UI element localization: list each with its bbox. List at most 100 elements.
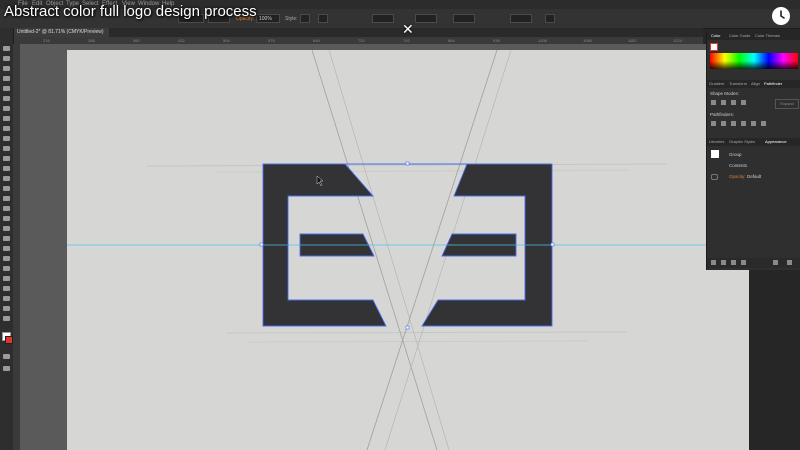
trim-icon[interactable] xyxy=(721,121,726,126)
symbol-sprayer-tool-icon[interactable] xyxy=(3,266,10,271)
type-tool-icon[interactable] xyxy=(3,106,10,111)
anchor-point-handle[interactable] xyxy=(405,161,410,166)
tab-transform[interactable]: Transform xyxy=(729,81,747,86)
duplicate-item-icon[interactable] xyxy=(773,260,778,265)
merge-icon[interactable] xyxy=(731,121,736,126)
column-graph-tool-icon[interactable] xyxy=(3,276,10,281)
tab-color-themes[interactable]: Color Themes xyxy=(755,33,780,38)
watch-later-icon[interactable] xyxy=(772,7,790,25)
blend-tool-icon[interactable] xyxy=(3,256,10,261)
opacity-field[interactable]: 100% xyxy=(256,14,280,23)
tools-panel xyxy=(0,28,14,450)
ruler-tick-label: 576 xyxy=(268,38,275,43)
unite-icon[interactable] xyxy=(711,100,716,105)
ruler-tick-label: 720 xyxy=(358,38,365,43)
tab-pathfinder[interactable]: Pathfinder xyxy=(764,81,782,86)
style-label: Style: xyxy=(285,16,298,22)
hand-tool-icon[interactable] xyxy=(3,306,10,311)
direct-selection-tool-icon[interactable] xyxy=(3,56,10,61)
add-fill-icon[interactable] xyxy=(721,260,726,265)
sketch-line xyxy=(246,340,588,343)
ruler-tick-label: 1008 xyxy=(538,38,547,43)
add-effect-icon[interactable] xyxy=(731,260,736,265)
curvature-tool-icon[interactable] xyxy=(3,96,10,101)
transform-button[interactable] xyxy=(545,14,555,23)
appearance-panel-tabs: Libraries Graphic Styles Appearance xyxy=(707,138,800,146)
rotate-tool-icon[interactable] xyxy=(3,166,10,171)
ruler-tick-label: 216 xyxy=(43,38,50,43)
ruler-tick-label: 288 xyxy=(88,38,95,43)
lasso-tool-icon[interactable] xyxy=(3,76,10,81)
add-stroke-icon[interactable] xyxy=(711,260,716,265)
width-field[interactable] xyxy=(453,14,475,23)
ruler-tick-label: 360 xyxy=(133,38,140,43)
crop-icon[interactable] xyxy=(741,121,746,126)
tab-align[interactable]: Align xyxy=(751,81,760,86)
selection-tool-icon[interactable] xyxy=(3,46,10,51)
ruler-tick-label: 1080 xyxy=(583,38,592,43)
sketch-line xyxy=(226,331,628,334)
magic-wand-tool-icon[interactable] xyxy=(3,66,10,71)
minus-back-icon[interactable] xyxy=(761,121,766,126)
intersect-icon[interactable] xyxy=(731,100,736,105)
align-button[interactable] xyxy=(318,14,328,23)
trash-icon[interactable] xyxy=(787,260,792,265)
pen-tool-icon[interactable] xyxy=(3,86,10,91)
scale-tool-icon[interactable] xyxy=(3,176,10,181)
video-title: Abstract color full logo design process xyxy=(4,3,257,20)
close-icon[interactable]: ✕ xyxy=(402,21,414,38)
ruler-tick-label: 1224 xyxy=(673,38,682,43)
appearance-footer xyxy=(707,258,800,268)
style-swatch[interactable] xyxy=(300,14,310,23)
tab-color[interactable]: Color xyxy=(711,33,721,38)
logo-artwork[interactable] xyxy=(67,50,749,450)
outline-icon[interactable] xyxy=(751,121,756,126)
y-field[interactable] xyxy=(415,14,437,23)
anchor-point-handle[interactable] xyxy=(550,242,555,247)
exclude-icon[interactable] xyxy=(741,100,746,105)
shape-builder-tool-icon[interactable] xyxy=(3,206,10,211)
free-transform-tool-icon[interactable] xyxy=(3,196,10,201)
screen-mode-icon[interactable] xyxy=(3,366,10,371)
pathfinder-panel-tabs: Gradient Transform Align Pathfinder xyxy=(707,80,800,88)
artboard-tool-icon[interactable] xyxy=(3,286,10,291)
appearance-thumbnail xyxy=(711,150,719,158)
width-tool-icon[interactable] xyxy=(3,186,10,191)
eyedropper-tool-icon[interactable] xyxy=(3,246,10,251)
zoom-tool-icon[interactable] xyxy=(3,316,10,321)
anchor-point-handle[interactable] xyxy=(259,242,264,247)
fill-stroke-indicator[interactable] xyxy=(710,43,718,51)
ruler-tick-label: 504 xyxy=(223,38,230,43)
document-tab[interactable]: Untitled-2* @ 81.71% (CMYK/Preview) xyxy=(13,28,109,37)
tab-appearance[interactable]: Appearance xyxy=(765,139,787,144)
expand-button[interactable]: Expand xyxy=(775,99,799,109)
appearance-opacity-label[interactable]: Opacity: xyxy=(729,174,746,179)
rectangle-tool-icon[interactable] xyxy=(3,126,10,131)
eraser-tool-icon[interactable] xyxy=(3,156,10,161)
x-field[interactable] xyxy=(372,14,394,23)
color-panel-tabs: Color Color Guide Color Themes xyxy=(707,32,800,40)
paintbrush-tool-icon[interactable] xyxy=(3,136,10,141)
artboard[interactable] xyxy=(67,50,749,450)
ruler-tick-label: 864 xyxy=(448,38,455,43)
minus-front-icon[interactable] xyxy=(721,100,726,105)
draw-mode-icon[interactable] xyxy=(3,354,10,359)
vertical-ruler[interactable] xyxy=(13,44,20,450)
tab-color-guide[interactable]: Color Guide xyxy=(729,33,750,38)
slice-tool-icon[interactable] xyxy=(3,296,10,301)
eye-icon[interactable] xyxy=(711,174,718,180)
appearance-contents[interactable]: Contents xyxy=(729,163,747,168)
tab-graphic-styles[interactable]: Graphic Styles xyxy=(729,139,755,144)
tab-libraries[interactable]: Libraries xyxy=(709,139,724,144)
stroke-swatch-icon[interactable] xyxy=(5,336,13,344)
pencil-tool-icon[interactable] xyxy=(3,146,10,151)
anchor-point-handle[interactable] xyxy=(405,325,410,330)
perspective-grid-tool-icon[interactable] xyxy=(3,216,10,221)
divide-icon[interactable] xyxy=(711,121,716,126)
clear-appearance-icon[interactable] xyxy=(741,260,746,265)
height-field[interactable] xyxy=(510,14,532,23)
gradient-tool-icon[interactable] xyxy=(3,236,10,241)
line-tool-icon[interactable] xyxy=(3,116,10,121)
mesh-tool-icon[interactable] xyxy=(3,226,10,231)
tab-gradient[interactable]: Gradient xyxy=(709,81,724,86)
